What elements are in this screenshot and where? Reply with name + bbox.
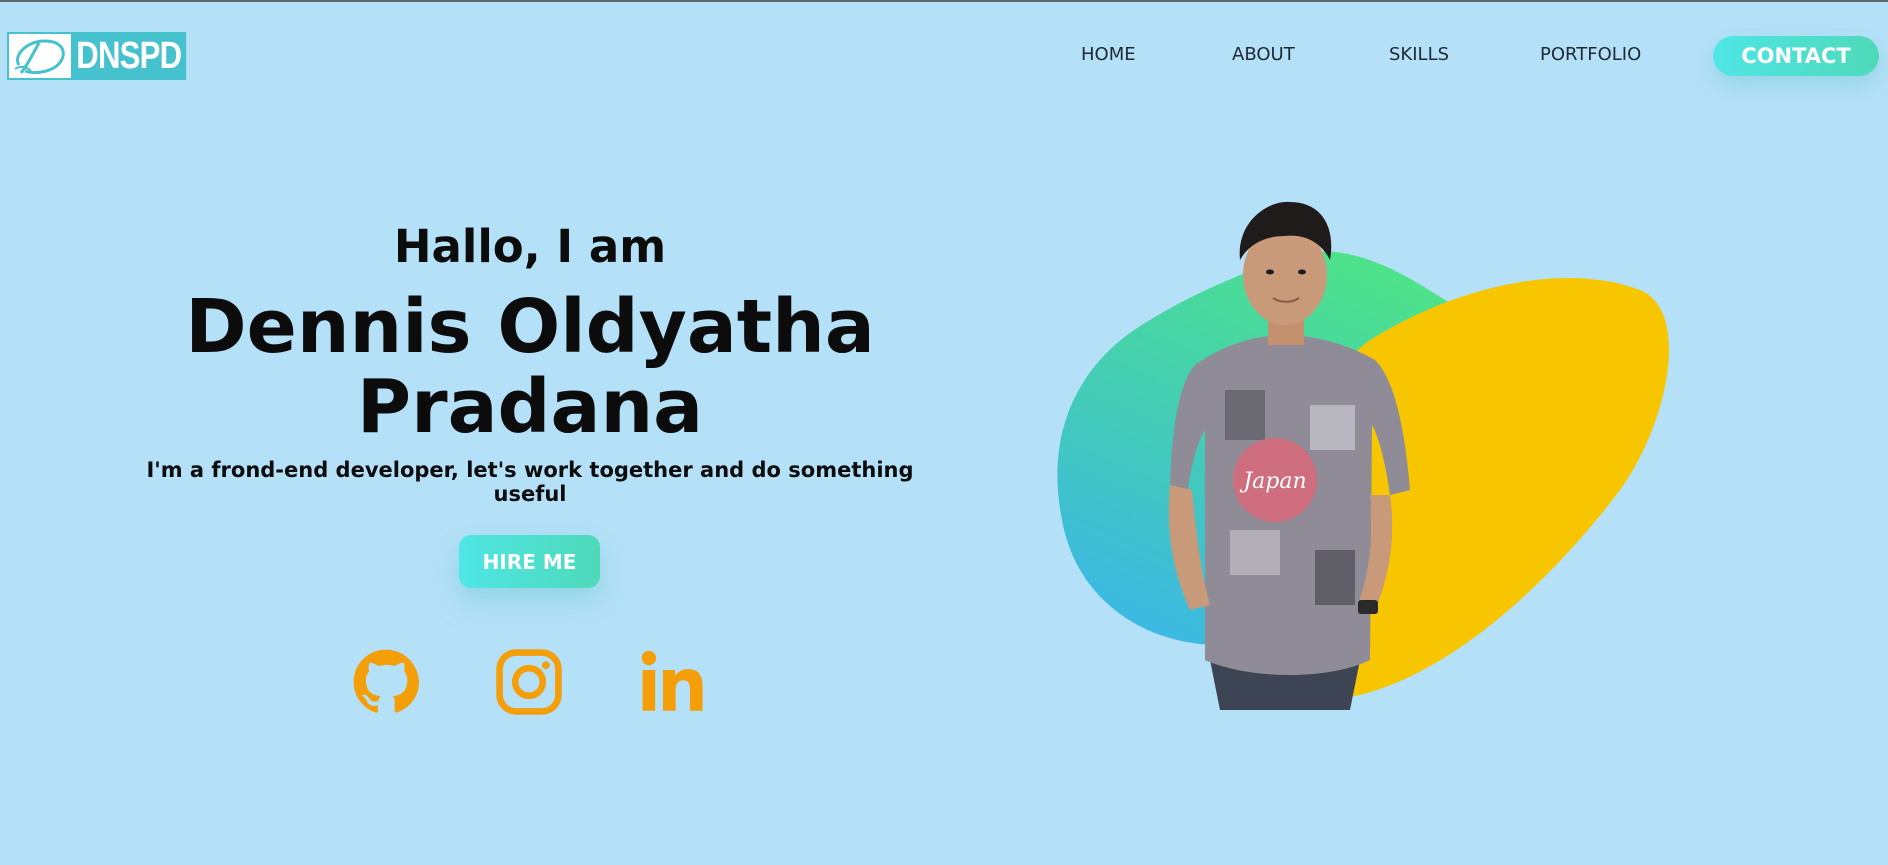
hero-name: Dennis Oldyatha Pradana [130,287,930,447]
nav-about[interactable]: ABOUT [1232,44,1295,65]
github-icon[interactable] [350,646,422,718]
instagram-icon[interactable] [493,646,565,718]
linkedin-icon[interactable] [636,646,708,718]
main-nav: HOME ABOUT SKILLS PORTFOLIO [0,44,1888,70]
hero-greeting: Hallo, I am [393,220,667,273]
shirt-print-text: Japan [1239,469,1306,494]
hero-name-line-1: Dennis Oldyatha [185,284,875,370]
hero-illustration: Japan [1040,190,1700,730]
nav-portfolio[interactable]: PORTFOLIO [1540,44,1641,65]
contact-button[interactable]: CONTACT [1713,36,1879,76]
hire-me-button[interactable]: HIRE ME [459,535,600,588]
hero-tagline: I'm a frond-end developer, let's work to… [146,458,914,506]
nav-home[interactable]: HOME [1081,44,1136,65]
nav-skills[interactable]: SKILLS [1389,44,1449,65]
hero-name-line-2: Pradana [356,364,704,450]
window-top-border [0,0,1888,2]
